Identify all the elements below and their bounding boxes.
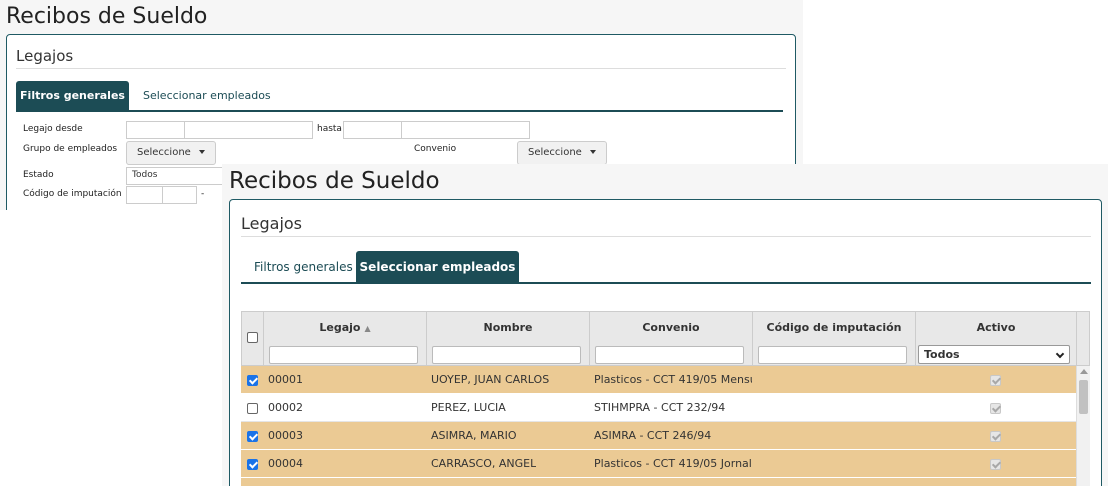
tab-underline: [241, 282, 1091, 284]
codigo-imputacion-label: Código de imputación: [23, 189, 122, 199]
legajo-cell: 00004: [268, 457, 303, 470]
table-row[interactable]: [241, 478, 1076, 486]
estado-label: Estado: [23, 170, 54, 180]
activo-cell: [990, 366, 1001, 394]
activo-filter-value: Todos: [924, 348, 960, 361]
row-checkbox-cell: [247, 366, 258, 394]
column-activo-label: Activo: [976, 321, 1016, 334]
column-codigo-imputacion[interactable]: Código de imputación: [753, 312, 916, 365]
activo-cell: [990, 394, 1001, 422]
column-convenio-label: Convenio: [642, 321, 700, 334]
nombre-cell: UOYEP, JUAN CARLOS: [431, 373, 550, 386]
row-checkbox[interactable]: [247, 374, 258, 386]
scroll-up-arrow-icon[interactable]: [1080, 369, 1088, 374]
tab-underline: [16, 110, 783, 112]
estado-select[interactable]: Todos: [126, 167, 226, 185]
column-legajo[interactable]: Legajo ▲: [264, 312, 427, 365]
activo-cell: [990, 422, 1001, 450]
foreground-window: Recibos de Sueldo Legajos Filtros genera…: [222, 164, 1108, 486]
dropdown-label: Seleccione: [528, 147, 582, 158]
convenio-cell: Plasticos - CCT 419/05 Jornales: [594, 457, 752, 470]
card-title: Legajos: [241, 214, 303, 233]
codigo-imputacion-input-1[interactable]: [126, 186, 163, 204]
activo-checkbox: [990, 374, 1001, 386]
dropdown-label: Seleccione: [137, 147, 191, 158]
grid-header: Legajo ▲ Nombre Convenio Código de imputa…: [241, 311, 1090, 366]
grupo-empleados-label: Grupo de empleados: [23, 144, 118, 154]
select-all-checkbox[interactable]: [247, 332, 258, 343]
column-nombre[interactable]: Nombre: [427, 312, 590, 365]
legajo-cell: 00001: [268, 373, 303, 386]
row-checkbox-cell: [247, 422, 258, 450]
row-checkbox[interactable]: [247, 402, 258, 414]
legajo-filter-input[interactable]: [269, 346, 418, 364]
row-checkbox-cell: [247, 450, 258, 478]
legajo-cell: 00002: [268, 401, 303, 414]
tab-filtros-generales[interactable]: Filtros generales: [16, 81, 129, 111]
convenio-cell: ASIMRA - CCT 246/94: [594, 429, 712, 442]
nombre-filter-input[interactable]: [432, 346, 581, 364]
scrollbar-thumb[interactable]: [1079, 380, 1088, 414]
nombre-cell: PEREZ, LUCIA: [431, 401, 506, 414]
table-row[interactable]: 00002 PEREZ, LUCIA STIHMPRA - CCT 232/94: [241, 394, 1076, 422]
divider: [241, 236, 1091, 237]
convenio-label: Convenio: [414, 144, 457, 154]
legajo-desde-label: Legajo desde: [23, 124, 83, 134]
column-legajo-label: Legajo: [319, 321, 361, 334]
card-title: Legajos: [16, 47, 74, 65]
codigo-imputacion-input-2[interactable]: [162, 186, 197, 204]
legajo-cell: 00003: [268, 429, 303, 442]
legajo-hasta-code-input[interactable]: [343, 121, 402, 139]
column-nombre-label: Nombre: [483, 321, 533, 334]
column-codigo-label: Código de imputación: [766, 321, 902, 334]
tab-seleccionar-empleados[interactable]: Seleccionar empleados: [143, 81, 271, 111]
convenio-cell: Plasticos - CCT 419/05 Mensual: [594, 373, 752, 386]
activo-checkbox: [990, 430, 1001, 442]
caret-down-icon: [589, 150, 596, 154]
employees-grid: Legajo ▲ Nombre Convenio Código de imputa…: [241, 311, 1090, 486]
row-checkbox[interactable]: [247, 430, 258, 442]
chevron-down-icon: [1055, 349, 1065, 359]
row-checkbox-cell: [247, 394, 258, 422]
select-all-cell: [242, 312, 264, 365]
grid-scrollbar[interactable]: [1076, 366, 1090, 486]
activo-checkbox: [990, 458, 1001, 470]
grupo-empleados-dropdown[interactable]: Seleccione: [126, 141, 216, 165]
convenio-filter-input[interactable]: [595, 346, 744, 364]
row-checkbox[interactable]: [247, 458, 258, 470]
tab-filtros-generales[interactable]: Filtros generales: [254, 252, 353, 282]
column-convenio[interactable]: Convenio: [590, 312, 753, 365]
codigo-filter-input[interactable]: [758, 346, 907, 364]
sort-ascending-icon: ▲: [364, 324, 371, 333]
legajo-hasta-name-input[interactable]: [401, 121, 530, 139]
tab-seleccionar-empleados[interactable]: Seleccionar empleados: [356, 251, 519, 284]
legajos-card: Legajos Filtros generales Seleccionar em…: [229, 199, 1102, 486]
activo-filter-select[interactable]: Todos: [918, 345, 1070, 364]
grid-body: 00001 UOYEP, JUAN CARLOS Plasticos - CCT…: [241, 366, 1090, 486]
table-row[interactable]: 00001 UOYEP, JUAN CARLOS Plasticos - CCT…: [241, 366, 1076, 394]
convenio-dropdown[interactable]: Seleccione: [517, 141, 607, 165]
table-row[interactable]: 00003 ASIMRA, MARIO ASIMRA - CCT 246/94: [241, 422, 1076, 450]
activo-checkbox: [990, 402, 1001, 414]
hasta-label: hasta: [317, 124, 342, 134]
legajo-desde-code-input[interactable]: [126, 121, 185, 139]
convenio-cell: STIHMPRA - CCT 232/94: [594, 401, 726, 414]
table-row[interactable]: 00004 CARRASCO, ANGEL Plasticos - CCT 41…: [241, 450, 1076, 478]
activo-cell: [990, 450, 1001, 478]
caret-down-icon: [198, 150, 205, 154]
legajo-desde-name-input[interactable]: [184, 121, 313, 139]
nombre-cell: CARRASCO, ANGEL: [431, 457, 537, 470]
codigo-separator: -: [201, 189, 205, 199]
nombre-cell: ASIMRA, MARIO: [431, 429, 517, 442]
divider: [16, 68, 786, 69]
column-activo[interactable]: Activo Todos: [916, 312, 1077, 365]
page-title: Recibos de Sueldo: [6, 4, 208, 29]
page-title: Recibos de Sueldo: [229, 168, 440, 194]
